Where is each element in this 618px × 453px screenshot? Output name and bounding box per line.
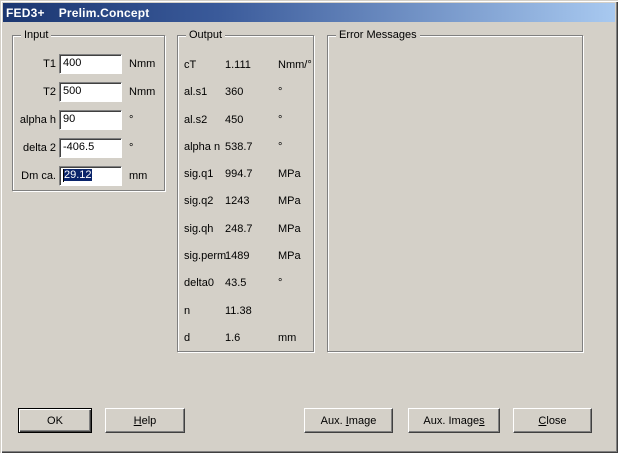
help-button[interactable]: Help [105, 408, 185, 433]
input-row-dm-ca: Dm ca. 29.12 mm [13, 166, 166, 186]
alpha-h-label: alpha h [15, 114, 56, 126]
close-button[interactable]: Close [513, 408, 592, 433]
t2-label: T2 [15, 86, 56, 98]
t1-unit: Nmm [129, 58, 155, 70]
title-bar[interactable]: FED3+ Prelim.Concept [3, 3, 615, 22]
delta-2-unit: ° [129, 142, 133, 154]
output-row-als1: al.s1 360 ° [184, 86, 312, 113]
t1-label: T1 [15, 58, 56, 70]
aux-images-button[interactable]: Aux. Images [408, 408, 500, 433]
dm-ca-label: Dm ca. [15, 170, 56, 182]
output-row-sigq1: sig.q1 994.7 MPa [184, 168, 312, 195]
input-row-delta-2: delta 2 -406.5 ° [13, 138, 166, 158]
output-rows: cT 1.111 Nmm/° al.s1 360 ° al.s2 450 ° a… [184, 59, 312, 359]
app-name: FED3+ [6, 6, 45, 20]
window-title: Prelim.Concept [59, 6, 150, 20]
output-row-sigq2: sig.q2 1243 MPa [184, 195, 312, 222]
t2-unit: Nmm [129, 86, 155, 98]
aux-image-button[interactable]: Aux. Image [304, 408, 393, 433]
error-messages-group: Error Messages [327, 35, 583, 352]
input-row-alpha-h: alpha h 90 ° [13, 110, 166, 130]
alpha-h-unit: ° [129, 114, 133, 126]
selected-text: 29.12 [64, 169, 92, 181]
output-row-sigperm: sig.perm 1489 MPa [184, 250, 312, 277]
input-group-label: Input [21, 29, 51, 42]
dm-ca-input[interactable]: 29.12 [59, 166, 122, 186]
input-group: Input T1 400 Nmm T2 500 Nmm alpha h 90 °… [12, 35, 165, 191]
t1-input[interactable]: 400 [59, 54, 122, 74]
dialog-window: FED3+ Prelim.Concept Input T1 400 Nmm T2… [0, 0, 618, 453]
output-row-als2: al.s2 450 ° [184, 114, 312, 141]
dm-ca-unit: mm [129, 170, 147, 182]
output-row-d: d 1.6 mm [184, 332, 312, 359]
output-group: Output cT 1.111 Nmm/° al.s1 360 ° al.s2 … [177, 35, 314, 352]
input-row-t1: T1 400 Nmm [13, 54, 166, 74]
output-row-delta0: delta0 43.5 ° [184, 277, 312, 304]
output-group-label: Output [186, 29, 225, 42]
output-row-ct: cT 1.111 Nmm/° [184, 59, 312, 86]
alpha-h-input[interactable]: 90 [59, 110, 122, 130]
input-row-t2: T2 500 Nmm [13, 82, 166, 102]
output-row-sigqh: sig.qh 248.7 MPa [184, 223, 312, 250]
t2-input[interactable]: 500 [59, 82, 122, 102]
delta-2-input[interactable]: -406.5 [59, 138, 122, 158]
output-row-alpha-n: alpha n 538.7 ° [184, 141, 312, 168]
delta-2-label: delta 2 [15, 142, 56, 154]
output-row-n: n 11.38 [184, 305, 312, 332]
ok-button[interactable]: OK [18, 408, 92, 433]
error-group-label: Error Messages [336, 29, 420, 42]
